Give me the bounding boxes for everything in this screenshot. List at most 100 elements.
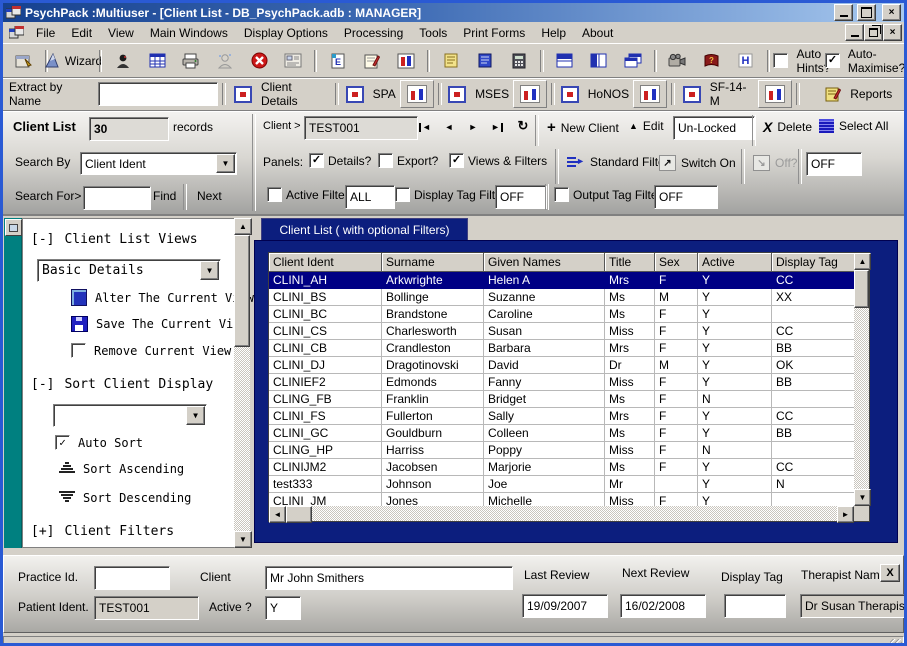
- spa-chart-button[interactable]: [400, 80, 434, 108]
- menu-item-main-windows[interactable]: Main Windows: [142, 24, 236, 42]
- chevron-down-icon[interactable]: ▼: [216, 154, 235, 173]
- scroll-left-button[interactable]: ◄: [269, 506, 286, 523]
- cascade-button[interactable]: [616, 47, 650, 75]
- client-name-input[interactable]: [265, 566, 513, 590]
- scroll-track[interactable]: [854, 270, 869, 489]
- practice-id-input[interactable]: [94, 566, 170, 590]
- search-for-input[interactable]: [83, 186, 151, 210]
- details-toggle[interactable]: Details?: [309, 153, 371, 168]
- client-list-tab[interactable]: Client List ( with optional Filters): [261, 218, 468, 241]
- table-row[interactable]: CLING_HPHarrissPoppyMissFN: [269, 442, 854, 459]
- next-button[interactable]: Next: [193, 187, 226, 205]
- yellow-report-button[interactable]: [434, 47, 468, 75]
- table-row[interactable]: test333JohnsonJoeMrYNX: [269, 476, 854, 493]
- nav-next-button[interactable]: ►: [462, 118, 484, 136]
- scroll-down-button[interactable]: ▼: [234, 531, 252, 548]
- column-header-client-ident[interactable]: Client Ident: [269, 253, 382, 272]
- menu-item-edit[interactable]: Edit: [63, 24, 100, 42]
- mdi-restore-button[interactable]: [864, 24, 883, 41]
- print-button[interactable]: [174, 47, 208, 75]
- menu-item-help[interactable]: Help: [533, 24, 574, 42]
- grid-horizontal-scrollbar[interactable]: ◄ ►: [269, 506, 854, 521]
- details-checkbox[interactable]: [309, 153, 324, 168]
- menu-item-file[interactable]: File: [28, 24, 63, 42]
- table-row[interactable]: CLINI_BSBollingeSuzanneMsMYXX: [269, 289, 854, 306]
- switch-on-button[interactable]: ↗Switch On: [655, 153, 740, 173]
- menu-item-view[interactable]: View: [100, 24, 142, 42]
- form-button[interactable]: [276, 47, 310, 75]
- help-book-button[interactable]: ?: [695, 47, 729, 75]
- active-input[interactable]: [265, 596, 301, 620]
- extract-by-name-input[interactable]: [98, 82, 218, 106]
- maximize-button[interactable]: [857, 4, 876, 21]
- exit-form-button[interactable]: [7, 47, 41, 75]
- save-view-button[interactable]: Save The Current View: [71, 316, 248, 332]
- sidebar-scrollbar[interactable]: ▲ ▼: [234, 218, 250, 548]
- search-by-select[interactable]: Client Ident▼: [80, 152, 237, 175]
- column-header-sex[interactable]: Sex: [655, 253, 698, 272]
- table-row[interactable]: CLINI_BCBrandstoneCarolineMsFY: [269, 306, 854, 323]
- scroll-track[interactable]: [234, 235, 250, 531]
- next-review-input[interactable]: [620, 594, 706, 618]
- remove-view-checkbox[interactable]: [71, 343, 86, 358]
- nav-last-button[interactable]: ►: [486, 118, 508, 136]
- wizard-button[interactable]: Wizard: [52, 47, 95, 75]
- find-button[interactable]: Find: [149, 187, 180, 205]
- output-tag-filter-checkbox[interactable]: [554, 187, 569, 202]
- client-details-button[interactable]: Client Details: [230, 80, 331, 108]
- close-button[interactable]: ×: [882, 4, 901, 21]
- movie-button[interactable]: [661, 47, 695, 75]
- table-row[interactable]: CLINI_GCGouldburnColleenMsFYBB: [269, 425, 854, 442]
- auto-maximise-checkbox[interactable]: [825, 53, 840, 68]
- therapist-clear-button[interactable]: X: [880, 564, 900, 582]
- hints-button[interactable]: H: [729, 47, 763, 75]
- column-header-surname[interactable]: Surname: [382, 253, 484, 272]
- table-row[interactable]: CLINI_CSCharlesworthSusanMissFYCCAB02070…: [269, 323, 854, 340]
- display-tag-filter-toggle[interactable]: Display Tag Filter: [395, 187, 506, 202]
- views-filters-toggle[interactable]: Views & Filters: [449, 153, 547, 168]
- auto-sort-checkbox[interactable]: [55, 435, 70, 450]
- table-row[interactable]: CLINI_CBCrandlestonBarbaraMrsFYBB: [269, 340, 854, 357]
- export-toggle[interactable]: Export?: [378, 153, 438, 168]
- stop-button[interactable]: [242, 47, 276, 75]
- mdi-close-button[interactable]: ×: [883, 24, 902, 41]
- client-list-button[interactable]: [140, 47, 174, 75]
- chart-button[interactable]: [389, 47, 423, 75]
- scroll-thumb[interactable]: [286, 506, 312, 523]
- panel-toggle-button[interactable]: [5, 219, 22, 236]
- table-row[interactable]: CLINI_FSFullertonSallyMrsFYCC: [269, 408, 854, 425]
- menu-item-tools[interactable]: Tools: [411, 24, 455, 42]
- section-client-filters[interactable]: [+]Client Filters: [31, 524, 174, 539]
- remove-view-button[interactable]: Remove Current View: [71, 343, 231, 358]
- collapse-marker[interactable]: [+]: [31, 524, 54, 539]
- table-row[interactable]: CLINI_AHArkwrighteHelen AMrsFYCCC-020837: [269, 272, 854, 289]
- select-all-button[interactable]: Select All: [815, 117, 892, 135]
- resize-grip[interactable]: [890, 639, 902, 646]
- mses-button[interactable]: MSES: [446, 80, 513, 108]
- menu-item-processing[interactable]: Processing: [336, 24, 411, 42]
- edit-notes-button[interactable]: [355, 47, 389, 75]
- sf14m-button[interactable]: SF-14-M: [679, 80, 758, 108]
- table-row[interactable]: CLINI_DJDragotinovskiDavidDrMYOKC-020823: [269, 357, 854, 374]
- spa-button[interactable]: SPA: [343, 80, 400, 108]
- active-filter-toggle[interactable]: Active Filter: [267, 187, 349, 202]
- column-header-title[interactable]: Title: [605, 253, 655, 272]
- table-row[interactable]: CLINIEF2EdmondsFannyMissFYBB: [269, 374, 854, 391]
- view-select[interactable]: Basic Details▼: [37, 259, 221, 282]
- tile-vertical-button[interactable]: [582, 47, 616, 75]
- scroll-up-button[interactable]: ▲: [854, 253, 871, 270]
- chevron-down-icon[interactable]: ▼: [200, 261, 219, 280]
- output-tag-filter-toggle[interactable]: Output Tag Filter: [554, 187, 662, 202]
- display-tag-input[interactable]: [724, 594, 786, 618]
- scroll-thumb[interactable]: [234, 235, 250, 347]
- nav-first-button[interactable]: ◄: [414, 118, 436, 136]
- menu-item-display-options[interactable]: Display Options: [236, 24, 336, 42]
- grid-vertical-scrollbar[interactable]: ▲ ▼: [854, 253, 869, 506]
- tile-horizontal-button[interactable]: [548, 47, 582, 75]
- active-filter-checkbox[interactable]: [267, 187, 282, 202]
- last-review-input[interactable]: [522, 594, 608, 618]
- scroll-up-button[interactable]: ▲: [234, 218, 252, 235]
- sf14m-chart-button[interactable]: [758, 80, 792, 108]
- column-header-display-tag[interactable]: Display Tag: [772, 253, 854, 272]
- minimize-button[interactable]: [834, 4, 853, 21]
